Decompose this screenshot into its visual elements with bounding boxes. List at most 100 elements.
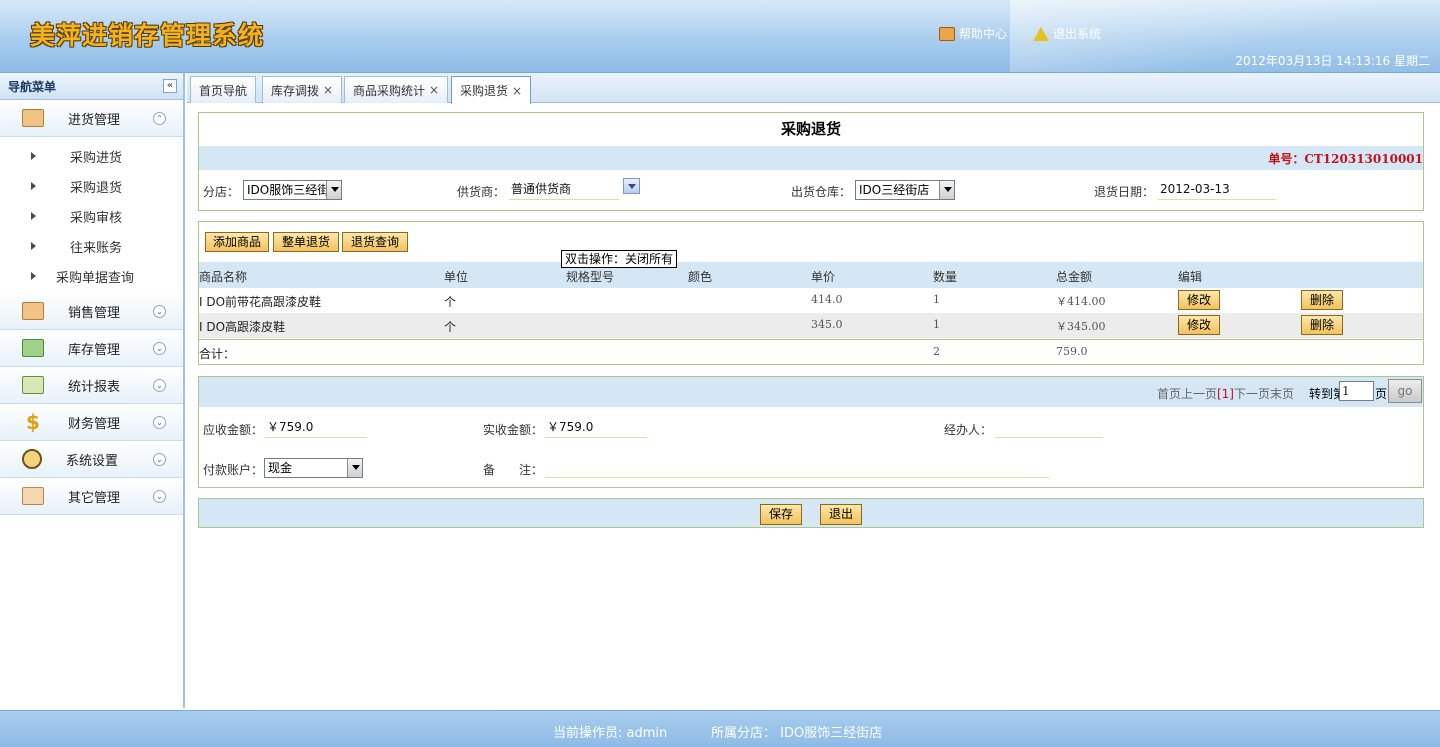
nav-group-label: 系统设置 (66, 453, 119, 469)
tab-home[interactable]: 首页导航 (190, 76, 257, 103)
receivable-label: 应收金额： (203, 423, 264, 437)
return-date-field[interactable]: 2012-03-13 (1158, 180, 1276, 200)
nav-menu-header: 导航菜单 « (0, 73, 183, 100)
chevron-down-icon[interactable]: ⌄ (153, 490, 166, 503)
exit-icon (1033, 26, 1049, 41)
goods-panel: 添加商品 整单退货 退货查询 商品名称 单位 规格型号 颜色 单价 数量 总金额… (198, 221, 1424, 365)
handler-label: 经办人： (944, 423, 993, 437)
collapse-sidebar-button[interactable]: « (163, 79, 177, 93)
nav-item-purchase-in[interactable]: 采购进货 (0, 141, 183, 171)
first-page-link[interactable]: 首页 (1157, 387, 1181, 401)
total-label: 合计： (199, 347, 236, 361)
tab-label: 首页导航 (199, 83, 248, 98)
branch-select-value: IDO服饰三经街 (247, 183, 330, 197)
purchase-subitems: 采购进货 采购退货 采购审核 往来账务 采购单据查询 (0, 137, 183, 293)
table-row: I DO高跟漆皮鞋 个 345.0 1 ￥345.00 修改 删除 (199, 313, 1423, 338)
tab-stock-transfer[interactable]: 库存调拨 × (262, 76, 343, 103)
unit-cell: 个 (444, 320, 457, 334)
dropdown-arrow-icon (347, 459, 362, 477)
whole-return-button[interactable]: 整单退货 (273, 232, 339, 252)
supplier-dropdown-button[interactable] (623, 178, 640, 194)
return-date-label: 退货日期： (1094, 185, 1155, 199)
go-button[interactable]: go (1388, 379, 1422, 403)
app-header: 美萍进销存管理系统 帮助中心 退出系统 2012年03月13日 14:13:16… (0, 0, 1440, 73)
tab-purchase-stats[interactable]: 商品采购统计 × (344, 76, 449, 103)
chevron-down-icon[interactable]: ⌄ (153, 416, 166, 429)
page-number-input[interactable]: 1 (1339, 381, 1374, 401)
total-cell: ￥414.00 (1056, 295, 1106, 308)
save-button[interactable]: 保存 (760, 504, 802, 525)
nav-group-label: 库存管理 (68, 342, 121, 358)
nav-group-stock[interactable]: 库存管理 ⌄ (0, 330, 183, 367)
table-row: I DO前带花高跟漆皮鞋 个 414.0 1 ￥414.00 修改 删除 (199, 288, 1423, 313)
nav-group-sales[interactable]: 销售管理 ⌄ (0, 293, 183, 330)
edit-row-button[interactable]: 修改 (1178, 315, 1220, 335)
nav-group-report[interactable]: 统计报表 ⌄ (0, 367, 183, 404)
next-page-link[interactable]: 下一页 (1234, 387, 1270, 401)
nav-item-purchase-query[interactable]: 采购单据查询 (0, 261, 183, 291)
payment-panel: 首页上一页[1]下一页末页 转到第 1 页 go 应收金额： ￥759.0 实收… (198, 376, 1424, 488)
branch-label: 分店： (203, 185, 240, 199)
delete-row-button[interactable]: 删除 (1301, 315, 1343, 335)
price-cell: 345.0 (811, 318, 843, 331)
close-icon[interactable]: × (429, 83, 439, 97)
nav-group-purchase[interactable]: 进货管理 ⌃ (0, 100, 183, 137)
pagination-links: 首页上一页[1]下一页末页 (1157, 385, 1294, 402)
close-icon[interactable]: × (323, 83, 333, 97)
delete-row-button[interactable]: 删除 (1301, 290, 1343, 310)
column-header: 商品名称 (199, 270, 248, 284)
prev-page-link[interactable]: 上一页 (1181, 387, 1217, 401)
other-icon (22, 487, 44, 505)
nav-group-other[interactable]: 其它管理 ⌄ (0, 478, 183, 515)
return-query-button[interactable]: 退货查询 (342, 232, 408, 252)
chevron-down-icon[interactable]: ⌄ (153, 453, 166, 466)
chevron-up-icon[interactable]: ⌃ (153, 112, 166, 125)
received-field[interactable]: ￥759.0 (545, 418, 647, 438)
doc-number-bar: 单号：CT120313010001 (199, 146, 1423, 170)
last-page-link[interactable]: 末页 (1270, 387, 1294, 401)
nav-group-settings[interactable]: 系统设置 ⌄ (0, 441, 183, 478)
total-amount: 759.0 (1056, 345, 1088, 358)
nav-item-purchase-return[interactable]: 采购退货 (0, 171, 183, 201)
branch-select[interactable]: IDO服饰三经街 (243, 180, 342, 200)
finance-icon: $ (26, 410, 40, 434)
nav-group-label: 其它管理 (68, 490, 121, 506)
action-bar: 保存 退出 (198, 498, 1424, 528)
tab-label: 采购退货 (460, 84, 509, 98)
receivable-field[interactable]: ￥759.0 (265, 418, 367, 438)
report-icon (22, 376, 44, 394)
tab-purchase-return[interactable]: 采购退货 × (451, 76, 532, 104)
tab-bar: 首页导航 库存调拨 × 商品采购统计 × 采购退货 × (187, 73, 1440, 104)
price-cell: 414.0 (811, 293, 843, 306)
exit-system-link[interactable]: 退出系统 (1033, 25, 1101, 42)
note-label: 备 注： (483, 463, 544, 477)
nav-item-accounts[interactable]: 往来账务 (0, 231, 183, 261)
nav-item-purchase-audit[interactable]: 采购审核 (0, 201, 183, 231)
handler-field[interactable] (995, 418, 1103, 438)
nav-menu-title: 导航菜单 (8, 79, 57, 94)
nav-group-label: 进货管理 (68, 112, 121, 128)
nav-group-label: 销售管理 (68, 305, 121, 321)
close-icon[interactable]: × (512, 84, 522, 98)
column-header: 数量 (933, 270, 958, 284)
add-goods-button[interactable]: 添加商品 (205, 232, 269, 252)
tab-label: 商品采购统计 (353, 83, 426, 98)
exit-button[interactable]: 退出 (820, 504, 862, 525)
chevron-down-icon[interactable]: ⌄ (153, 342, 166, 355)
nav-item-label: 采购审核 (70, 210, 123, 226)
supplier-field[interactable]: 普通供货商 (509, 180, 619, 200)
warehouse-select[interactable]: IDO三经街店 (855, 180, 955, 200)
unit-cell: 个 (444, 295, 457, 309)
chevron-down-icon[interactable]: ⌄ (153, 305, 166, 318)
chevron-down-icon[interactable]: ⌄ (153, 379, 166, 392)
help-center-link[interactable]: 帮助中心 (939, 25, 1007, 42)
app-logo-title: 美萍进销存管理系统 (30, 21, 265, 50)
nav-group-finance[interactable]: $ 财务管理 ⌄ (0, 404, 183, 441)
tab-label: 库存调拨 (271, 83, 320, 98)
total-cell: ￥345.00 (1056, 320, 1106, 333)
sales-icon (22, 302, 44, 320)
edit-row-button[interactable]: 修改 (1178, 290, 1220, 310)
account-select[interactable]: 现金 (264, 458, 363, 478)
note-field[interactable] (545, 458, 1049, 478)
goods-name-cell: I DO前带花高跟漆皮鞋 (199, 295, 322, 309)
